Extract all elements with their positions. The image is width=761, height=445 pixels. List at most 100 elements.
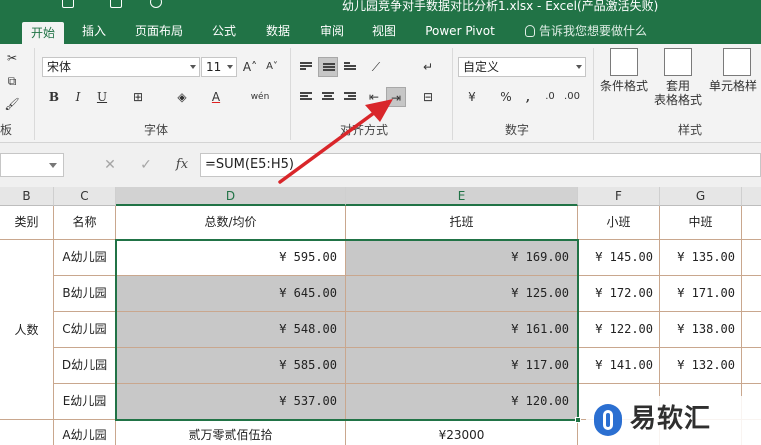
table-row-next[interactable]	[742, 348, 761, 384]
table-row-zhong[interactable]: ¥ 135.00	[660, 240, 742, 276]
tab-home[interactable]: 开始	[22, 22, 64, 44]
italic-button[interactable]: I	[68, 87, 88, 107]
table-row-name[interactable]: E幼儿园	[54, 384, 116, 420]
table-row-next[interactable]	[742, 240, 761, 276]
align-left-icon[interactable]	[296, 87, 316, 107]
formula-input[interactable]: =SUM(E5:H5)	[200, 153, 761, 177]
align-right-icon[interactable]	[340, 87, 360, 107]
table-row-next[interactable]	[742, 312, 761, 348]
align-middle-icon[interactable]	[318, 57, 338, 77]
table-row-xiao[interactable]: ¥ 172.00	[578, 276, 660, 312]
column-header-c[interactable]: C	[54, 187, 116, 206]
tell-me-box[interactable]: 告诉我您想要做什么	[525, 20, 647, 44]
table-row-zhong[interactable]: ¥ 171.00	[660, 276, 742, 312]
orientation-icon[interactable]: ⟋	[366, 57, 386, 77]
header-xiao[interactable]: 小班	[578, 206, 660, 240]
align-bottom-icon[interactable]	[340, 57, 360, 77]
copy-icon[interactable]: ⧉	[2, 71, 22, 91]
column-header-d[interactable]: D	[116, 187, 346, 206]
format-as-table-button[interactable]: 套用 表格格式	[652, 48, 704, 107]
table-row-name[interactable]: B幼儿园	[54, 276, 116, 312]
table-row-zhong[interactable]: ¥ 138.00	[660, 312, 742, 348]
table-row-tuo[interactable]: ¥ 125.00	[346, 276, 578, 312]
column-header-e[interactable]: E	[346, 187, 578, 206]
header-zhong[interactable]: 中班	[660, 206, 742, 240]
cancel-icon[interactable]: ✕	[98, 153, 122, 177]
header-total[interactable]: 总数/均价	[116, 206, 346, 240]
header-next[interactable]	[742, 206, 761, 240]
number-format-combo[interactable]: 自定义	[458, 57, 586, 77]
category-cell[interactable]: 人数	[0, 240, 54, 420]
conditional-format-button[interactable]: 条件格式	[598, 48, 650, 93]
merge-center-icon[interactable]: ⊟	[418, 87, 438, 107]
currency-button[interactable]: ¥	[462, 87, 482, 107]
table-row-name[interactable]: D幼儿园	[54, 348, 116, 384]
phonetic-button[interactable]: wén	[250, 87, 270, 107]
enter-icon[interactable]: ✓	[134, 153, 158, 177]
table-row-name[interactable]: A幼儿园	[54, 420, 116, 445]
tab-review[interactable]: 审阅	[310, 20, 354, 44]
align-top-icon[interactable]	[296, 57, 316, 77]
increase-decimal-icon[interactable]: .0	[540, 87, 560, 107]
table-row-total[interactable]: ¥ 645.00	[116, 276, 346, 312]
table-row-name[interactable]: A幼儿园	[54, 240, 116, 276]
column-header-h[interactable]	[742, 187, 761, 206]
tab-power-pivot[interactable]: Power Pivot	[420, 20, 500, 44]
fill-color-icon[interactable]: ◈	[172, 87, 192, 107]
tab-page-layout[interactable]: 页面布局	[128, 20, 190, 44]
name-box[interactable]	[0, 153, 64, 177]
font-size-combo[interactable]: 11	[201, 57, 237, 77]
cell-styles-button[interactable]: 单元格样	[709, 48, 761, 93]
tab-insert[interactable]: 插入	[72, 20, 116, 44]
shrink-font-button[interactable]: A˅	[262, 57, 282, 77]
insert-function-icon[interactable]: fx	[170, 153, 194, 177]
table-row-total[interactable]: 贰万零贰佰伍拾	[116, 420, 346, 445]
table-row-xiao[interactable]: ¥ 145.00	[578, 240, 660, 276]
font-color-icon[interactable]: A	[206, 87, 226, 107]
tab-view[interactable]: 视图	[362, 20, 406, 44]
table-row-tuo[interactable]: ¥ 120.00	[346, 384, 578, 420]
comma-style-button[interactable]: ,	[518, 87, 538, 107]
table-row-total[interactable]: ¥ 585.00	[116, 348, 346, 384]
grow-font-button[interactable]: A˄	[240, 57, 260, 77]
column-header-g[interactable]: G	[660, 187, 742, 206]
number-format-value: 自定义	[463, 60, 500, 74]
table-row-next[interactable]	[742, 276, 761, 312]
table-row-total[interactable]: ¥ 548.00	[116, 312, 346, 348]
wrap-text-icon[interactable]: ↵	[418, 57, 438, 77]
format-painter-icon[interactable]: 🖌	[2, 94, 22, 114]
decrease-decimal-icon[interactable]: .00	[562, 87, 582, 107]
table-row-total[interactable]: ¥ 537.00	[116, 384, 346, 420]
table-row-xiao[interactable]: ¥ 122.00	[578, 312, 660, 348]
tab-data[interactable]: 数据	[256, 20, 300, 44]
table-row-tuo[interactable]: ¥23000	[346, 420, 578, 445]
column-header-f[interactable]: F	[578, 187, 660, 206]
increase-indent-icon[interactable]: ⇥	[386, 87, 406, 107]
table-row-category[interactable]	[0, 420, 54, 445]
decrease-indent-icon[interactable]: ⇤	[364, 87, 384, 107]
font-name-combo[interactable]: 宋体	[42, 57, 200, 77]
percent-button[interactable]: %	[496, 87, 516, 107]
fill-handle[interactable]	[575, 417, 581, 423]
cut-icon[interactable]: ✂	[2, 48, 22, 68]
header-tuo[interactable]: 托班	[346, 206, 578, 240]
underline-button[interactable]: U	[92, 87, 112, 107]
table-row-tuo[interactable]: ¥ 161.00	[346, 312, 578, 348]
undo-icon[interactable]	[150, 0, 162, 8]
tab-formulas[interactable]: 公式	[202, 20, 246, 44]
column-header-b[interactable]: B	[0, 187, 54, 206]
bold-button[interactable]: B	[44, 87, 64, 107]
table-row-tuo[interactable]: ¥ 169.00	[346, 240, 578, 276]
table-row-tuo[interactable]: ¥ 117.00	[346, 348, 578, 384]
save-icon[interactable]	[62, 0, 74, 8]
header-name[interactable]: 名称	[54, 206, 116, 240]
table-row-total[interactable]: ¥ 595.00	[116, 240, 346, 276]
print-preview-icon[interactable]	[110, 0, 122, 8]
header-category[interactable]: 类别	[0, 206, 54, 240]
table-row-zhong[interactable]: ¥ 132.00	[660, 348, 742, 384]
border-icon[interactable]: ⊞	[128, 87, 148, 107]
table-row-name[interactable]: C幼儿园	[54, 312, 116, 348]
table-row-xiao[interactable]: ¥ 141.00	[578, 348, 660, 384]
cell-styles-icon	[723, 48, 751, 76]
align-center-icon[interactable]	[318, 87, 338, 107]
